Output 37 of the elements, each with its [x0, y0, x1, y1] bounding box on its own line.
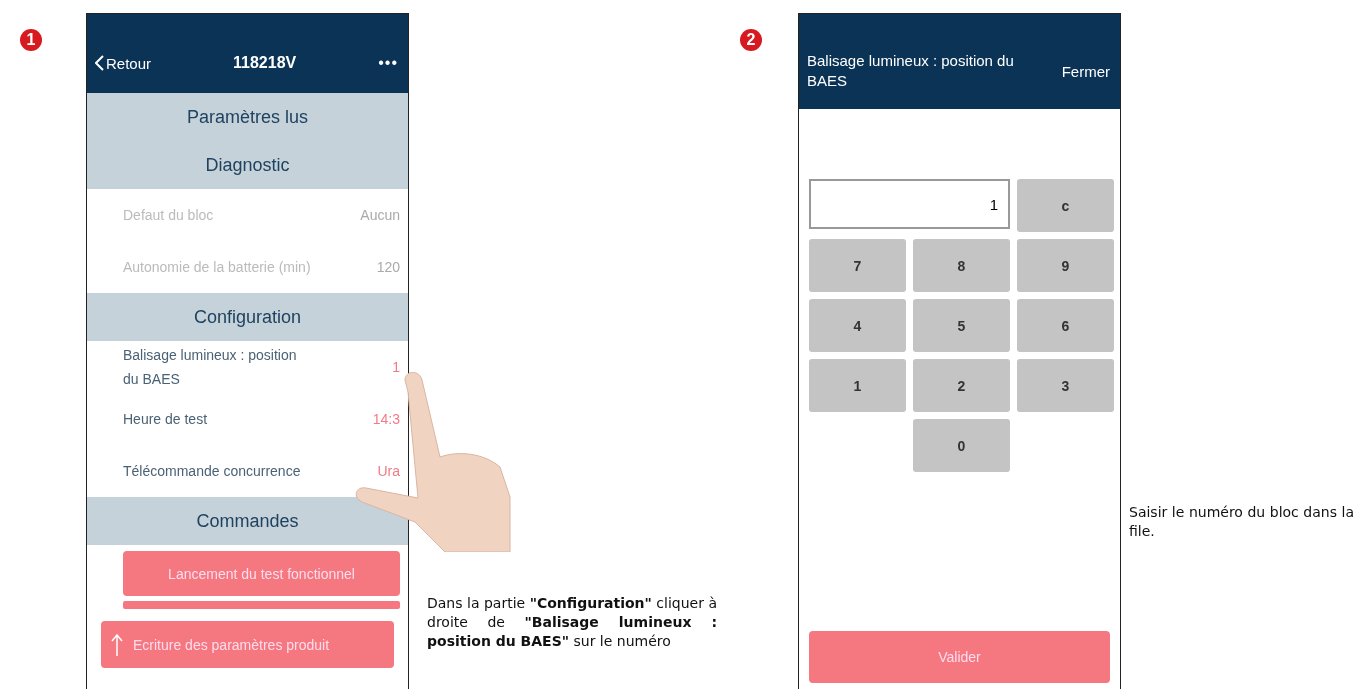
section-header: Commandes [87, 497, 408, 545]
setting-value: 120 [376, 259, 400, 275]
digit-key[interactable]: 6 [1017, 299, 1114, 352]
back-button[interactable]: Retour [95, 54, 152, 72]
setting-label: Télécommande concurrence [123, 462, 302, 481]
digit-key[interactable]: 8 [913, 239, 1010, 292]
chevron-left-icon [95, 55, 104, 71]
setting-value: 14:3 [372, 411, 400, 427]
section-header: Configuration [87, 293, 408, 341]
setting-value: Ura [377, 463, 400, 479]
digit-key[interactable]: 4 [809, 299, 906, 352]
instruction-text: Saisir le numéro du bloc dans la file. [1129, 503, 1354, 541]
step-number: 2 [740, 29, 762, 51]
section-header: Paramètres lus [87, 93, 408, 141]
step-number: 1 [20, 29, 42, 51]
device-title: 118218V [233, 54, 297, 72]
section-header: Diagnostic [87, 141, 408, 189]
instruction-text: Dans la partie "Configuration" cliquer à droite de "Balisage lumineux : position du BAES" sur le numéro [427, 594, 717, 651]
screen-title: Balisage lumineux : position du BAES [807, 51, 1015, 91]
setting-label: Autonomie de la batterie (min) [123, 258, 312, 277]
digit-key[interactable]: 2 [913, 359, 1010, 412]
setting-label: Heure de test [123, 410, 209, 429]
digit-key[interactable]: 3 [1017, 359, 1114, 412]
setting-label: Balisage lumineux : position du BAES [123, 346, 298, 389]
digit-key[interactable]: 0 [913, 419, 1010, 472]
arrow-up-icon [111, 633, 123, 656]
setting-label: Defaut du bloc [123, 206, 215, 225]
digit-key[interactable]: 1 [809, 359, 906, 412]
more-button[interactable]: ••• [378, 54, 398, 72]
close-button[interactable]: Fermer [1061, 62, 1110, 80]
digit-key[interactable]: 5 [913, 299, 1010, 352]
setting-value: 1 [392, 359, 400, 375]
clear-key[interactable]: c [1017, 179, 1114, 232]
setting-value: Aucun [360, 207, 400, 223]
number-input-field[interactable]: 1 [809, 179, 1010, 229]
digit-key[interactable]: 9 [1017, 239, 1114, 292]
digit-key[interactable]: 7 [809, 239, 906, 292]
